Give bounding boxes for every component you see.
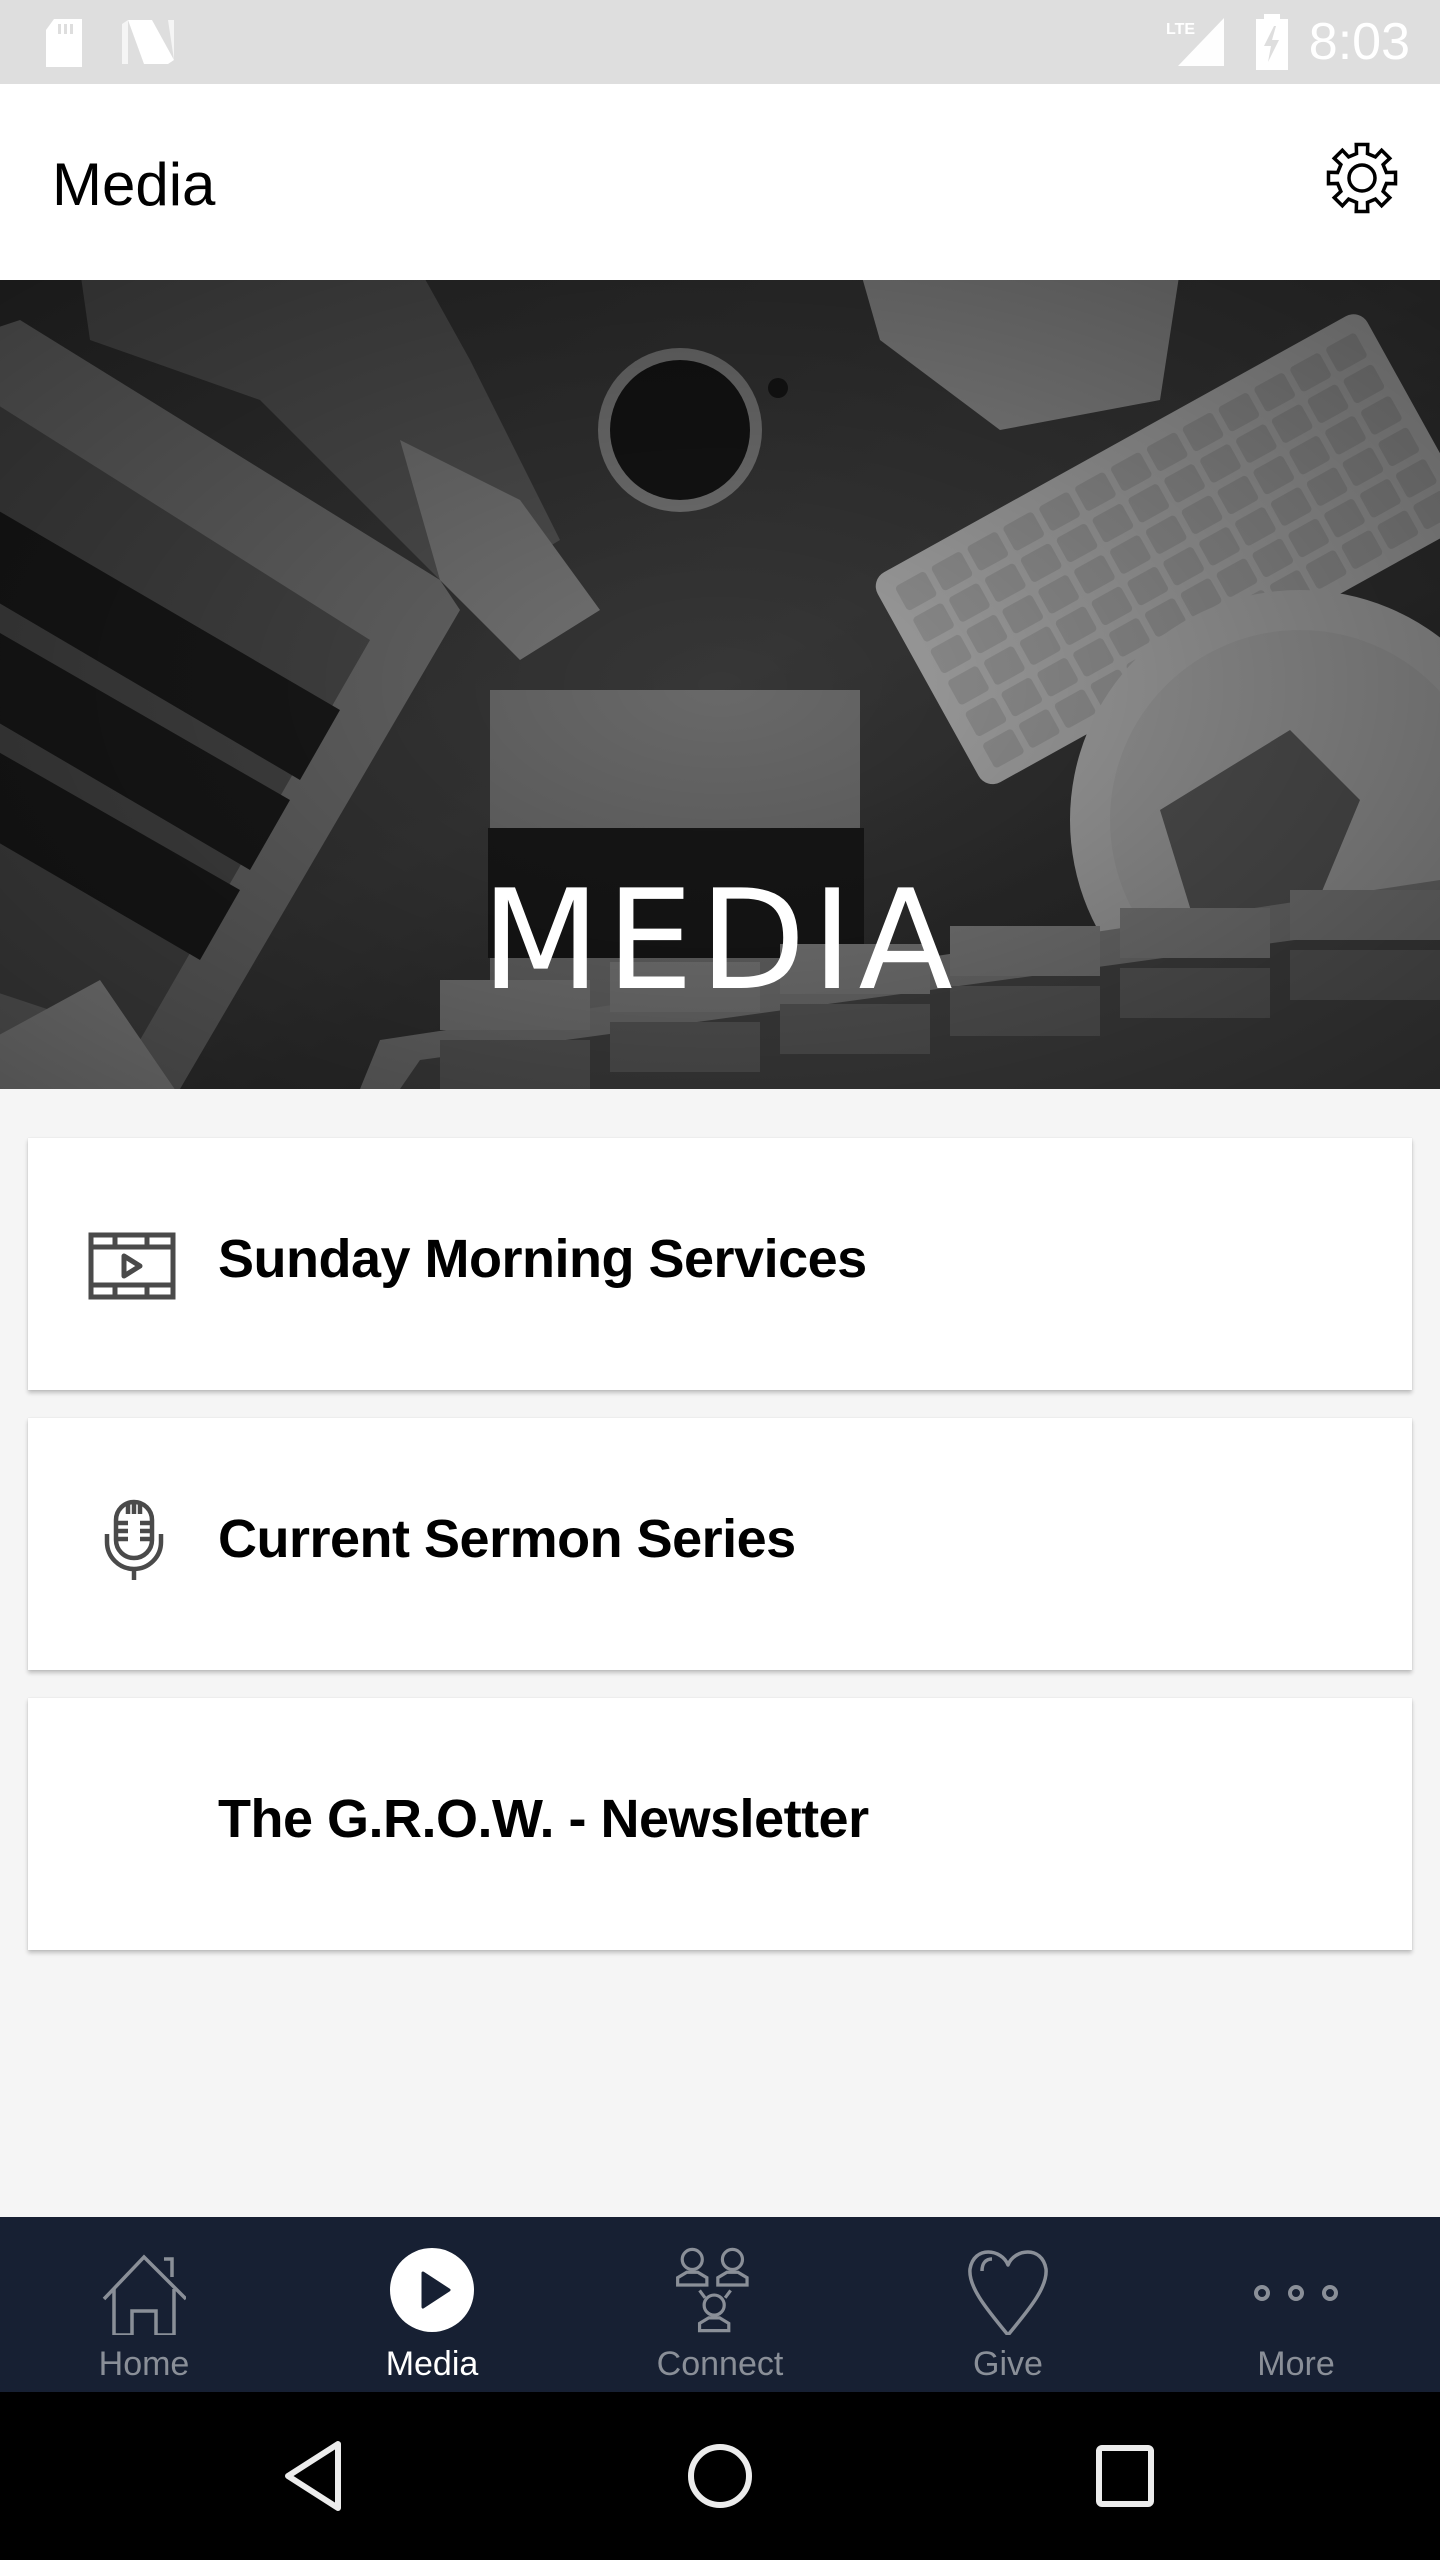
film-play-icon — [88, 1232, 176, 1300]
nav-label: Give — [973, 2345, 1043, 2383]
nav-label: Home — [98, 2345, 190, 2383]
system-recents-button[interactable] — [1080, 2436, 1170, 2516]
home-circle-icon — [688, 2444, 752, 2508]
system-home-button[interactable] — [675, 2436, 765, 2516]
microphone-icon — [104, 1499, 164, 1580]
battery-charging-icon — [1256, 14, 1288, 70]
group-icon — [676, 2247, 749, 2333]
bottom-navigation: Home Media Connect Give More — [0, 2217, 1440, 2392]
system-back-button[interactable] — [276, 2436, 366, 2516]
lte-signal-icon: LTE — [1166, 18, 1224, 66]
sd-card-icon — [46, 19, 82, 67]
nav-item-home[interactable]: Home — [0, 2217, 288, 2392]
nav-item-more[interactable]: More — [1152, 2217, 1440, 2392]
card-label: Current Sermon Series — [218, 1509, 796, 1569]
media-card-current-sermon-series[interactable]: Current Sermon Series — [28, 1418, 1412, 1670]
nav-label: Media — [385, 2345, 479, 2383]
card-label: The G.R.O.W. - Newsletter — [218, 1789, 869, 1849]
home-icon — [102, 2254, 186, 2335]
settings-button[interactable] — [1324, 140, 1400, 216]
card-label: Sunday Morning Services — [218, 1229, 867, 1289]
heart-icon — [968, 2250, 1048, 2335]
nav-label: Connect — [656, 2345, 784, 2383]
network-label: LTE — [1166, 21, 1195, 38]
nav-item-connect[interactable]: Connect — [576, 2217, 864, 2392]
status-bar: LTE 8:03 — [0, 0, 1440, 84]
hero-title: MEDIA — [481, 860, 959, 1021]
nav-item-media[interactable]: Media — [288, 2217, 576, 2392]
media-card-sunday-morning-services[interactable]: Sunday Morning Services — [28, 1138, 1412, 1390]
gear-icon — [1326, 142, 1398, 214]
nav-label: More — [1257, 2345, 1335, 2383]
play-circle-icon — [390, 2248, 474, 2332]
app-toolbar: Media — [0, 84, 1440, 280]
more-dots-icon — [1254, 2285, 1338, 2301]
media-card-grow-newsletter[interactable]: The G.R.O.W. - Newsletter — [28, 1698, 1412, 1950]
page-title: Media — [52, 151, 216, 218]
nav-item-give[interactable]: Give — [864, 2217, 1152, 2392]
status-clock: 8:03 — [1308, 13, 1410, 71]
hero-banner: MEDIA — [0, 280, 1440, 1089]
recents-square-icon — [1096, 2445, 1154, 2507]
back-triangle-icon — [285, 2441, 341, 2511]
system-navigation-bar — [0, 2392, 1440, 2560]
n-notification-icon — [122, 20, 174, 64]
